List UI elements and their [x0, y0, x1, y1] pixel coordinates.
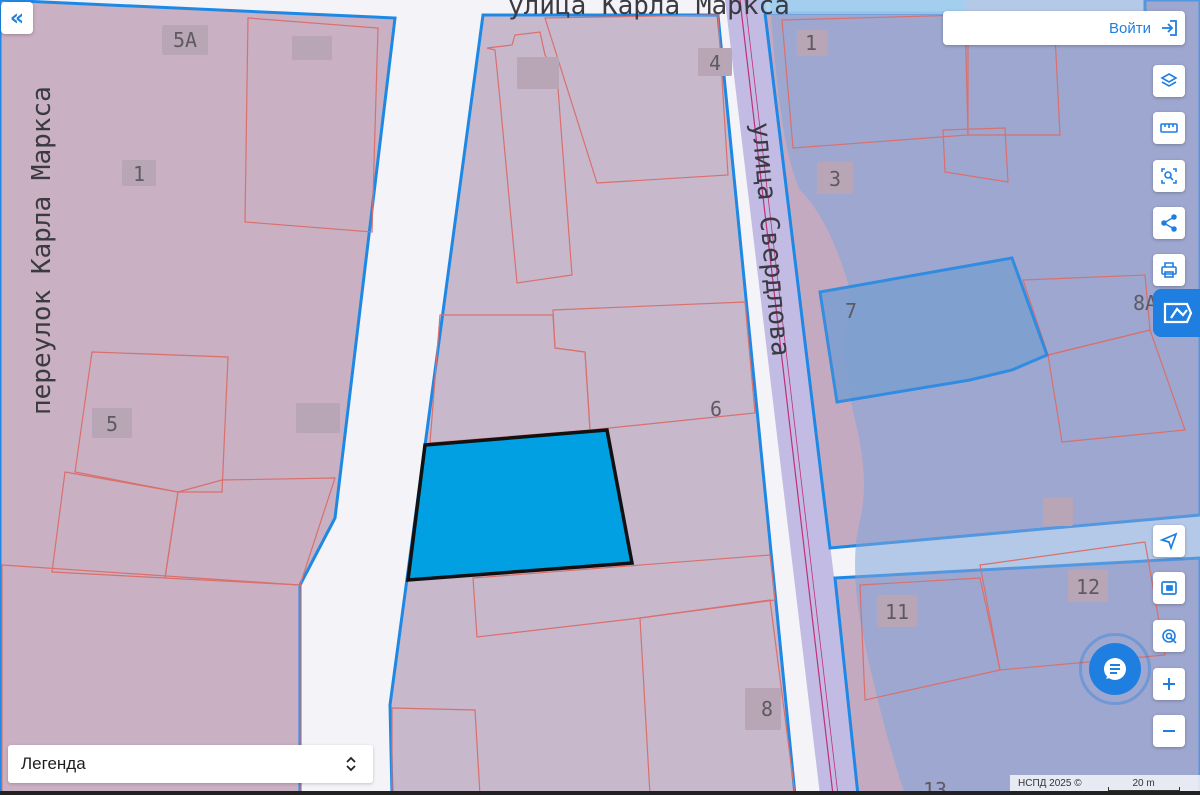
selected-parcel[interactable]: [405, 428, 635, 582]
select-area-button[interactable]: [1153, 160, 1185, 192]
scale-bar: 20 m: [1107, 778, 1180, 791]
plus-icon: [1163, 678, 1175, 690]
layers-icon: [1160, 73, 1178, 87]
building-number: 6: [710, 397, 722, 421]
layers-button[interactable]: [1153, 65, 1185, 97]
map-attribution: НСПД 2025 © 20 m: [1010, 775, 1200, 791]
login-label: Войти: [1109, 19, 1151, 37]
locate-icon: [1162, 629, 1177, 644]
print-icon: [1161, 262, 1177, 278]
nspd-side-tab[interactable]: [1153, 289, 1200, 337]
zoom-in-button[interactable]: [1153, 668, 1185, 700]
navigation-arrow-icon: [1159, 532, 1178, 551]
print-button[interactable]: [1153, 254, 1185, 286]
share-button[interactable]: [1153, 207, 1185, 239]
minus-icon: [1163, 730, 1175, 732]
minimap-button[interactable]: [1153, 572, 1185, 604]
building-number: 5: [106, 412, 118, 436]
building-number: 7: [845, 299, 857, 323]
building-number: 1: [133, 162, 145, 186]
chevron-up-down-icon: [346, 756, 356, 772]
chat-pulse-ring: [1079, 633, 1151, 705]
ruler-button[interactable]: [1153, 112, 1185, 144]
collapse-panel-button[interactable]: «: [1, 2, 33, 34]
minimap-icon: [1161, 581, 1177, 595]
legend-dropdown[interactable]: Легенда: [8, 745, 373, 783]
zoom-out-button[interactable]: [1153, 715, 1185, 747]
building-number: 11: [885, 600, 909, 624]
select-area-icon: [1161, 168, 1177, 184]
locate-button[interactable]: [1153, 620, 1185, 652]
cadastral-map[interactable]: 5А 1 5 4 6 8 1 3 7 8А 12 11 13 улица Кар…: [0, 0, 1200, 795]
chat-button[interactable]: [1079, 633, 1151, 705]
building-number: 8: [761, 697, 773, 721]
street-label-left: переулок Карла Маркса: [27, 86, 57, 415]
bottom-edge-bar: [0, 791, 1200, 795]
ruler-icon: [1160, 123, 1178, 133]
attribution-text: НСПД 2025 ©: [1018, 777, 1082, 789]
login-button[interactable]: Войти: [943, 11, 1185, 45]
legend-label: Легенда: [21, 754, 86, 773]
double-chevron-left-icon: «: [9, 5, 25, 31]
building-number: 3: [829, 167, 841, 191]
building-number: 12: [1076, 575, 1100, 599]
building-number: 5А: [173, 28, 197, 52]
street-label-top: улица Карла Маркса: [508, 0, 790, 21]
login-icon: [1162, 20, 1177, 36]
share-icon: [1161, 214, 1177, 232]
navigation-button[interactable]: [1153, 525, 1185, 557]
nspd-logo-icon: [1163, 302, 1193, 324]
building-number: 1: [805, 31, 817, 55]
building-number: 4: [709, 51, 721, 75]
